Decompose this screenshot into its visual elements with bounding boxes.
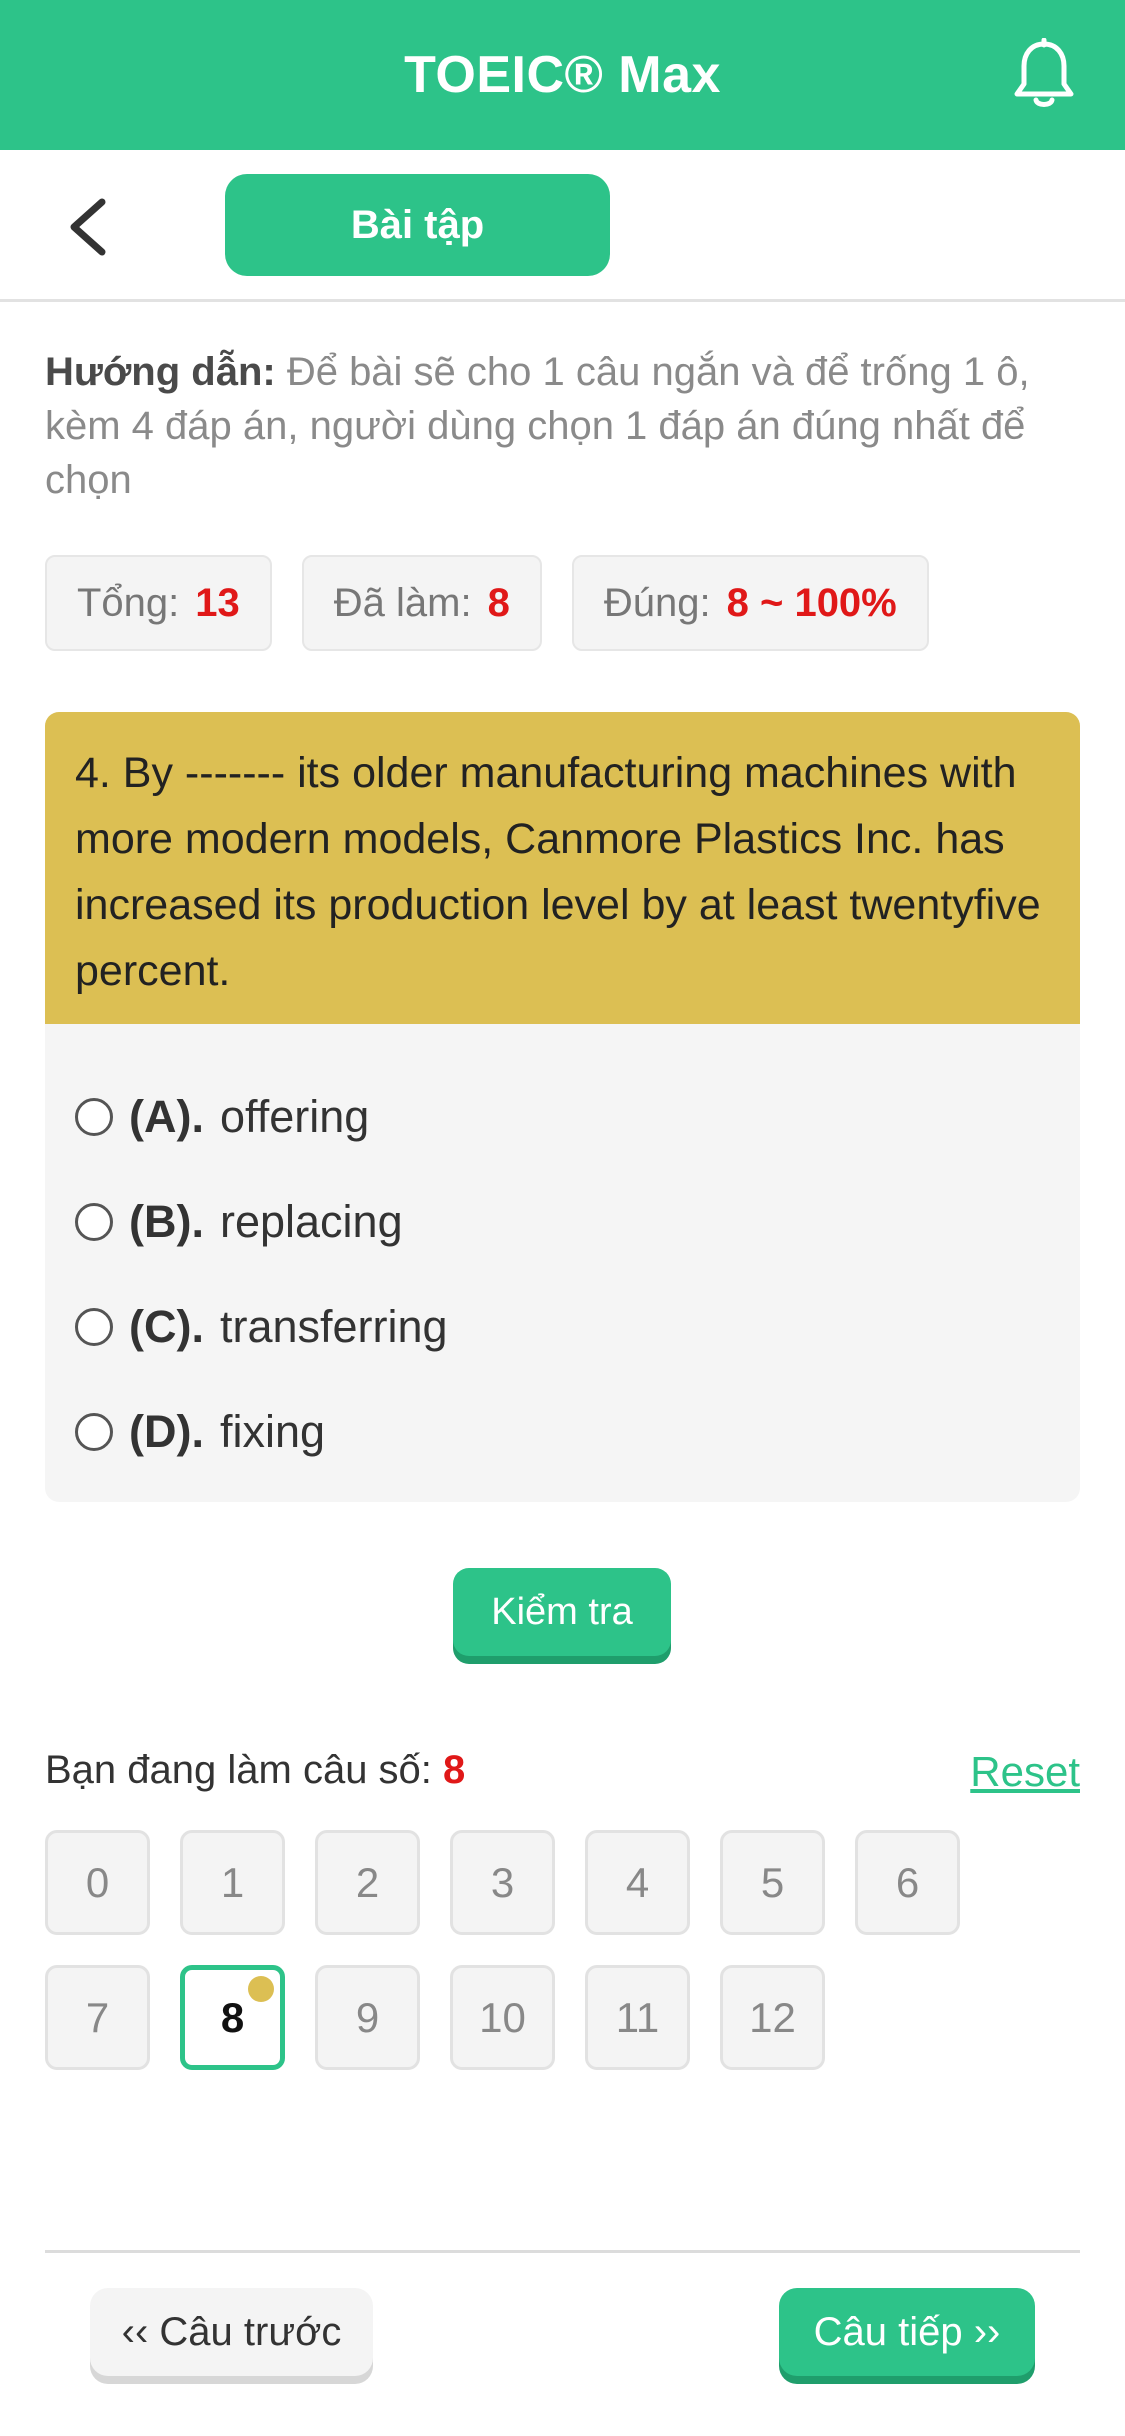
answered-dot-icon bbox=[248, 1976, 274, 2002]
bell-icon[interactable] bbox=[1011, 37, 1077, 110]
question-number-cell[interactable]: 4 bbox=[585, 1830, 690, 1935]
option-text: replacing bbox=[219, 1195, 403, 1247]
stat-total-value: 13 bbox=[195, 580, 240, 625]
question-number-cell[interactable]: 6 bbox=[855, 1830, 960, 1935]
question-number-label: 2 bbox=[355, 1858, 380, 1906]
chevron-left-icon[interactable] bbox=[62, 196, 114, 258]
app-header: TOEIC® Max bbox=[0, 0, 1125, 150]
instruction-label: Hướng dẫn: bbox=[45, 350, 276, 394]
question-number-label: 3 bbox=[490, 1858, 515, 1906]
option-c[interactable]: (C). transferring bbox=[45, 1274, 1080, 1379]
check-answer-button[interactable]: Kiểm tra bbox=[453, 1568, 671, 1656]
radio-button[interactable] bbox=[75, 1097, 113, 1136]
option-key: (D). bbox=[129, 1405, 204, 1457]
stat-correct: Đúng: 8 ~ 100% bbox=[571, 555, 929, 651]
question-number-label: 9 bbox=[355, 1993, 380, 2041]
question-number-cell[interactable]: 10 bbox=[450, 1965, 555, 2070]
question-number-label: 7 bbox=[85, 1993, 110, 2041]
stat-done: Đã làm: 8 bbox=[301, 555, 542, 651]
question-number-label: 0 bbox=[85, 1858, 110, 1906]
option-key: (A). bbox=[129, 1090, 204, 1142]
footer-divider bbox=[45, 2250, 1080, 2253]
stat-done-value: 8 bbox=[487, 580, 510, 625]
radio-button[interactable] bbox=[75, 1307, 113, 1346]
sub-toolbar: Bài tập bbox=[0, 150, 1125, 302]
question-number-cell[interactable]: 8 bbox=[180, 1965, 285, 2070]
option-d[interactable]: (D). fixing bbox=[45, 1379, 1080, 1484]
question-number-cell[interactable]: 5 bbox=[720, 1830, 825, 1935]
option-text: offering bbox=[219, 1090, 370, 1142]
option-key: (C). bbox=[129, 1300, 204, 1352]
instruction-text: Hướng dẫn: Để bài sẽ cho 1 câu ngắn và đ… bbox=[45, 345, 1085, 507]
current-question-number: 8 bbox=[443, 1748, 466, 1792]
stats-bar: Tổng: 13 Đã làm: 8 Đúng: 8 ~ 100% bbox=[45, 555, 929, 651]
option-text: fixing bbox=[219, 1405, 326, 1457]
question-number-label: 6 bbox=[895, 1858, 920, 1906]
next-question-button[interactable]: Câu tiếp ›› bbox=[779, 2288, 1035, 2376]
question-number-cell[interactable]: 3 bbox=[450, 1830, 555, 1935]
app-title: TOEIC® Max bbox=[404, 46, 721, 104]
question-number-cell[interactable]: 2 bbox=[315, 1830, 420, 1935]
option-a[interactable]: (A). offering bbox=[45, 1064, 1080, 1169]
question-text: 4. By ------- its older manufacturing ma… bbox=[45, 712, 1080, 1024]
question-number-label: 12 bbox=[749, 1993, 796, 2041]
stat-total: Tổng: 13 bbox=[45, 555, 272, 651]
question-number-cell[interactable]: 1 bbox=[180, 1830, 285, 1935]
question-number-cell[interactable]: 12 bbox=[720, 1965, 825, 2070]
question-number-label: 4 bbox=[625, 1858, 650, 1906]
question-number-label: 5 bbox=[760, 1858, 785, 1906]
option-key: (B). bbox=[129, 1195, 204, 1247]
stat-done-label: Đã làm: bbox=[333, 580, 472, 625]
question-number-cell[interactable]: 0 bbox=[45, 1830, 150, 1935]
question-number-cell[interactable]: 11 bbox=[585, 1965, 690, 2070]
progress-label-text: Bạn đang làm câu số: bbox=[45, 1748, 432, 1792]
question-card: 4. By ------- its older manufacturing ma… bbox=[45, 712, 1080, 1502]
option-b[interactable]: (B). replacing bbox=[45, 1169, 1080, 1274]
tab-exercises[interactable]: Bài tập bbox=[225, 174, 610, 276]
answer-options: (A). offering (B). replacing (C). transf… bbox=[45, 1024, 1080, 1484]
stat-correct-value: 8 ~ 100% bbox=[726, 580, 897, 625]
question-number-label: 11 bbox=[615, 1993, 660, 2041]
radio-button[interactable] bbox=[75, 1412, 113, 1451]
question-number-cell[interactable]: 9 bbox=[315, 1965, 420, 2070]
question-number-label: 8 bbox=[220, 1993, 245, 2041]
progress-label: Bạn đang làm câu số: 8 bbox=[45, 1748, 465, 1793]
question-number-cell[interactable]: 7 bbox=[45, 1965, 150, 2070]
question-number-label: 1 bbox=[220, 1858, 245, 1906]
question-number-label: 10 bbox=[479, 1993, 526, 2041]
option-text: transferring bbox=[219, 1300, 448, 1352]
stat-correct-label: Đúng: bbox=[603, 580, 711, 625]
previous-question-button[interactable]: ‹‹ Câu trước bbox=[90, 2288, 373, 2376]
stat-total-label: Tổng: bbox=[77, 580, 180, 625]
radio-button[interactable] bbox=[75, 1202, 113, 1241]
reset-link[interactable]: Reset bbox=[970, 1748, 1080, 1796]
